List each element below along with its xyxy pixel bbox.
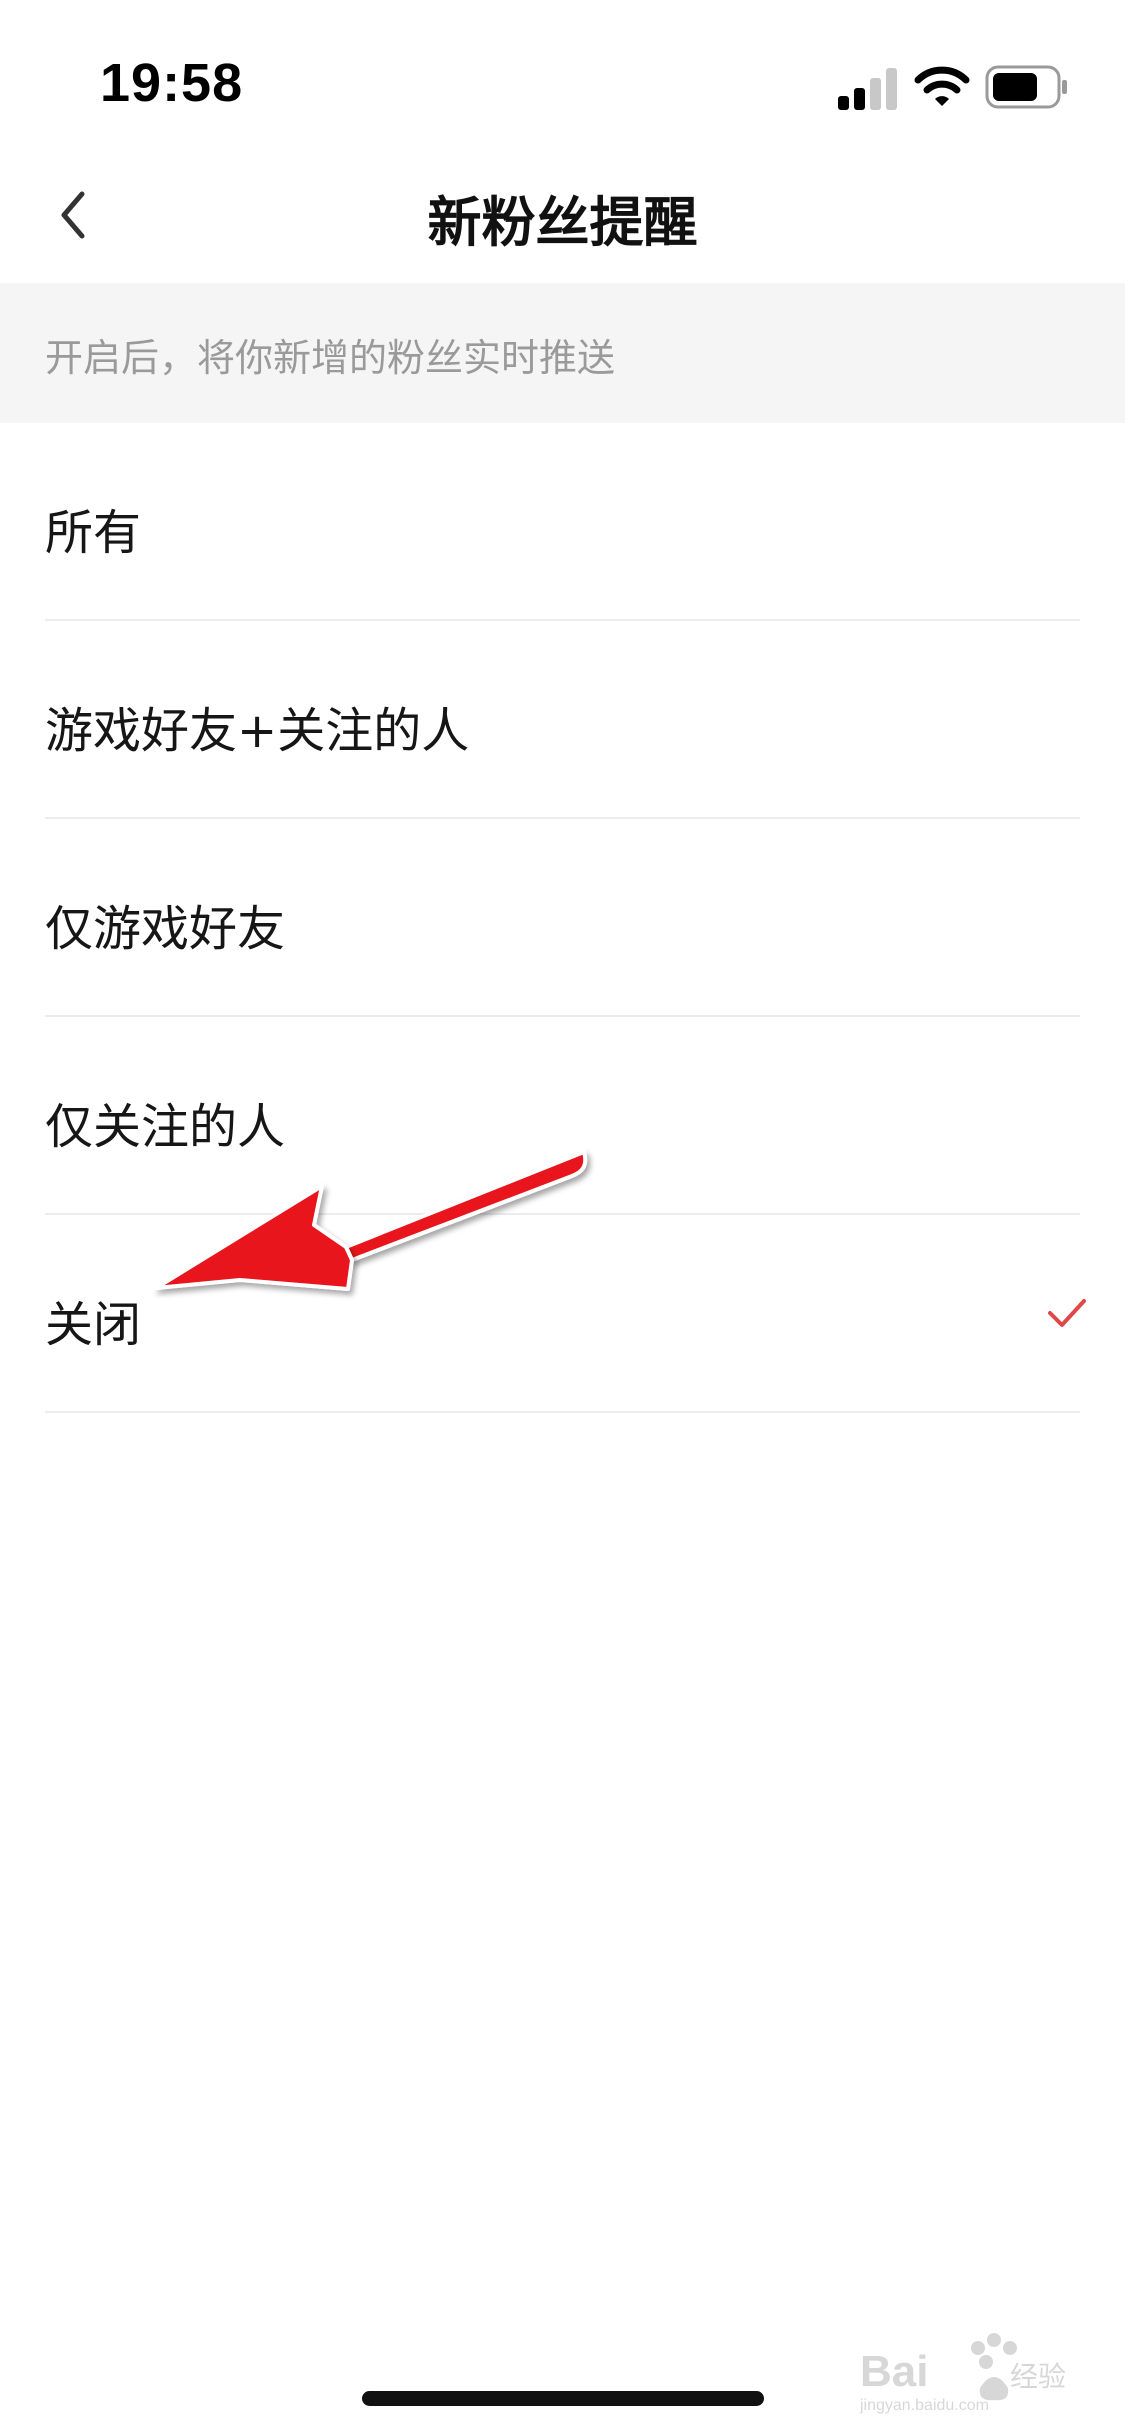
option-off[interactable]: 关闭 [0, 1215, 1125, 1413]
home-indicator [362, 2391, 764, 2406]
page-title: 新粉丝提醒 [427, 191, 698, 254]
svg-text:Bai: Bai [860, 2347, 928, 2396]
check-icon [1048, 1299, 1086, 1327]
option-game-friends-and-following[interactable]: 游戏好友+关注的人 [0, 621, 1125, 819]
svg-text:经验: 经验 [1010, 2360, 1066, 2393]
option-label: 关闭 [45, 1297, 142, 1353]
battery-icon [985, 65, 1067, 109]
option-label: 所有 [45, 505, 142, 561]
option-label: 游戏好友+关注的人 [45, 703, 470, 759]
hint-text: 开启后，将你新增的粉丝实时推送 [45, 336, 616, 380]
status-time: 19:58 [100, 53, 244, 113]
wifi-icon [914, 66, 970, 106]
svg-text:jingyan.baidu.com: jingyan.baidu.com [860, 2397, 989, 2414]
option-label: 仅关注的人 [45, 1099, 286, 1155]
nav-bar: 新粉丝提醒 [0, 140, 1125, 283]
option-list: 所有 游戏好友+关注的人 仅游戏好友 仅关注的人 关闭 [0, 423, 1125, 1413]
option-label: 仅游戏好友 [45, 901, 286, 957]
option-all[interactable]: 所有 [0, 423, 1125, 621]
option-game-friends-only[interactable]: 仅游戏好友 [0, 819, 1125, 1017]
status-bar: 19:58 [0, 0, 1125, 140]
hint-section: 开启后，将你新增的粉丝实时推送 [0, 283, 1125, 423]
baidu-jingyan-watermark-logo: Bai 经验 jingyan.baidu.com [860, 2333, 1066, 2414]
signal-icon [838, 68, 897, 110]
option-following-only[interactable]: 仅关注的人 [0, 1017, 1125, 1215]
